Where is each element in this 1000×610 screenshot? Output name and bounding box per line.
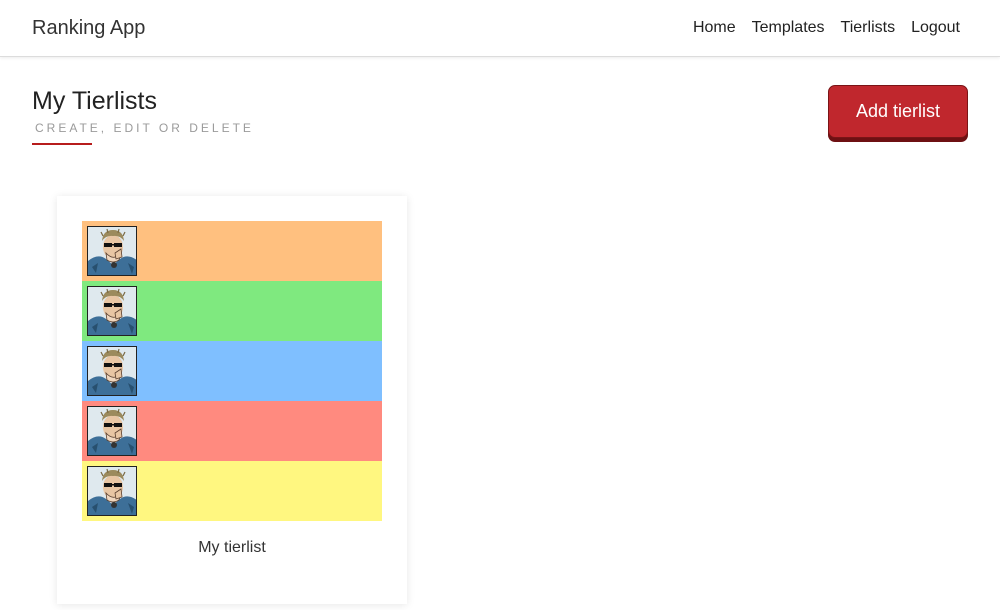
add-tierlist-button[interactable]: Add tierlist (828, 85, 968, 138)
top-navbar: Ranking App Home Templates Tierlists Log… (0, 0, 1000, 57)
page-subtitle: CREATE, EDIT OR DELETE (35, 121, 254, 135)
tier-row (82, 461, 382, 521)
character-thumbnail (87, 406, 137, 456)
tier-row (82, 401, 382, 461)
nav-home-link[interactable]: Home (693, 19, 736, 37)
tierlist-card-title: My tierlist (198, 539, 266, 556)
tier-row (82, 221, 382, 281)
tier-row (82, 341, 382, 401)
page-title: My Tierlists (32, 87, 157, 115)
character-thumbnail (87, 286, 137, 336)
nav-templates-link[interactable]: Templates (752, 19, 825, 37)
nav-links: Home Templates Tierlists Logout (693, 19, 960, 37)
title-underline-divider (32, 143, 92, 145)
brand-link[interactable]: Ranking App (32, 17, 145, 40)
tierlist-card[interactable]: My tierlist (57, 196, 407, 604)
tierlist-preview (82, 221, 382, 521)
character-thumbnail (87, 346, 137, 396)
tier-row (82, 281, 382, 341)
nav-tierlists-link[interactable]: Tierlists (841, 19, 896, 37)
nav-logout-link[interactable]: Logout (911, 19, 960, 37)
character-thumbnail (87, 466, 137, 516)
character-thumbnail (87, 226, 137, 276)
